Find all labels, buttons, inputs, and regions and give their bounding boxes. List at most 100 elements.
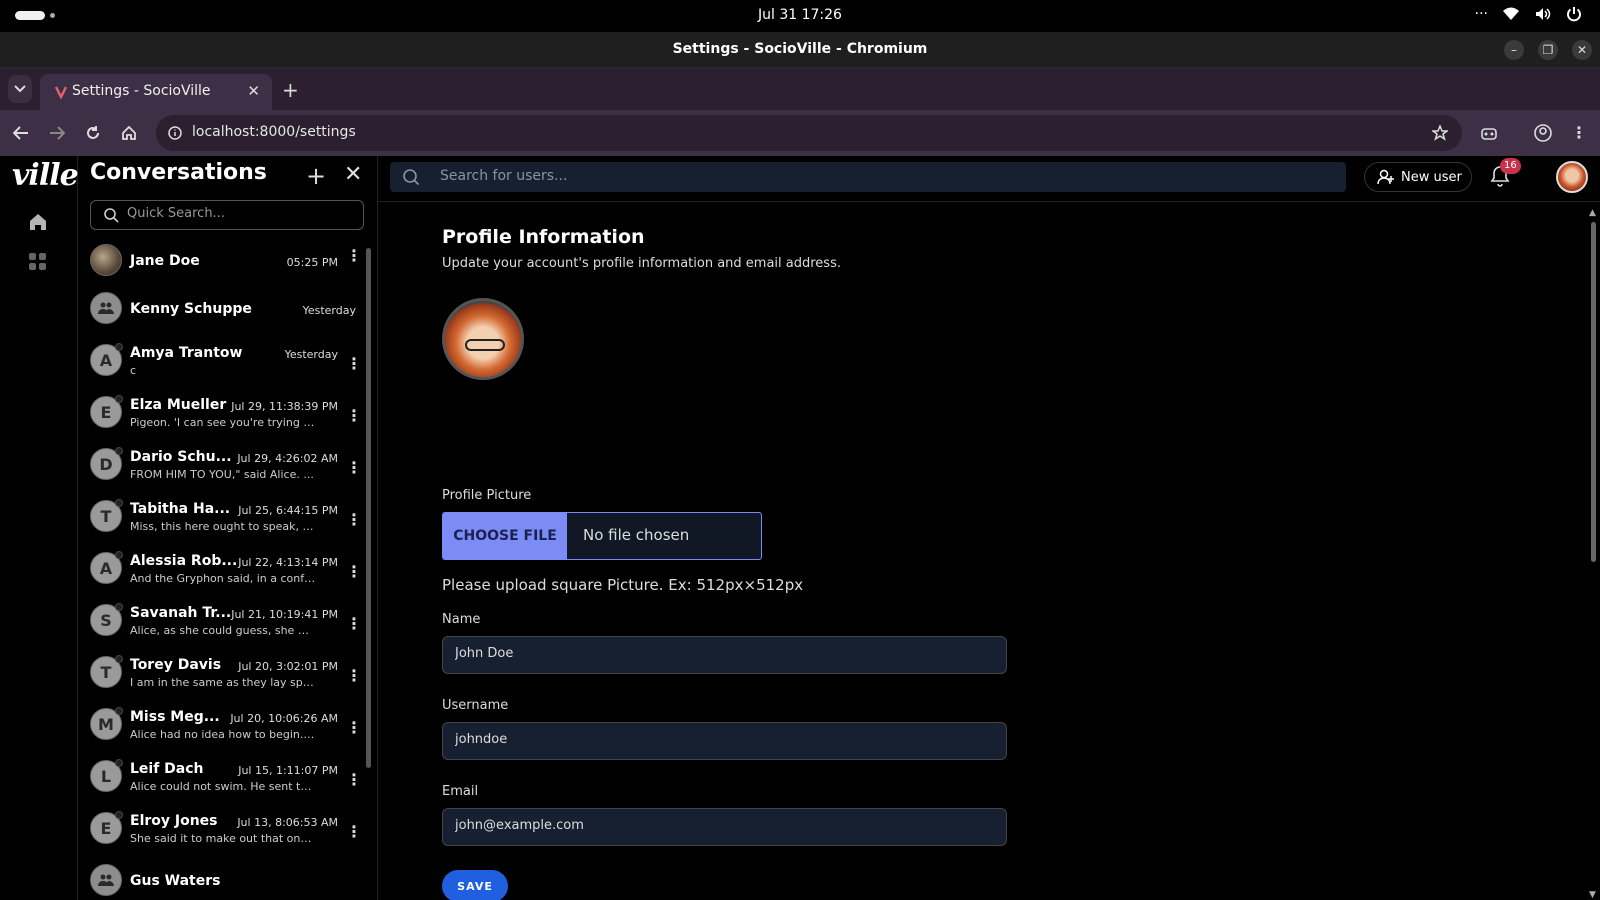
conversation-name: Amya Trantow xyxy=(130,345,243,361)
user-search-box[interactable] xyxy=(390,162,1346,192)
conversation-item[interactable]: S Savanah Tr... Jul 21, 10:19:41 PM Alice, … xyxy=(78,596,364,648)
scroll-up-arrow-icon[interactable]: ▲ xyxy=(1589,208,1596,218)
conversation-menu-icon[interactable]: ⋮ xyxy=(346,246,362,266)
more-icon[interactable]: ··· xyxy=(1475,6,1488,22)
tab-title: Settings - SocioVille xyxy=(72,83,211,99)
conversation-item[interactable]: Jane Doe 05:25 PM ⋮ xyxy=(78,236,364,284)
conversation-menu-icon[interactable]: ⋮ xyxy=(346,614,362,634)
url-text[interactable]: localhost:8000/settings xyxy=(192,124,356,140)
presence-dot xyxy=(115,707,123,715)
minimize-button[interactable]: – xyxy=(1504,40,1524,60)
username-field[interactable] xyxy=(442,722,1007,760)
presence-dot xyxy=(115,551,123,559)
conversation-name: Leif Dach xyxy=(130,761,204,777)
user-avatar[interactable] xyxy=(1556,161,1588,193)
conversation-menu-icon[interactable]: ⋮ xyxy=(346,510,362,530)
conversation-name: Torey Davis xyxy=(130,657,222,673)
address-bar[interactable]: localhost:8000/settings xyxy=(156,115,1462,151)
add-conversation-icon[interactable]: + xyxy=(306,162,326,190)
quick-search-box[interactable] xyxy=(90,200,364,230)
avatar-initial: D xyxy=(99,454,113,474)
home-icon[interactable] xyxy=(118,122,140,144)
site-info-icon[interactable] xyxy=(168,126,182,140)
back-icon[interactable] xyxy=(10,122,32,144)
app-logo[interactable]: ville xyxy=(12,158,79,193)
presence-dot xyxy=(115,655,123,663)
conversation-item[interactable]: T Tabitha Ha... Jul 25, 6:44:15 PM Miss, th… xyxy=(78,492,364,544)
browser-tab[interactable]: Settings - SocioVille ✕ xyxy=(40,74,272,110)
close-window-button[interactable]: ✕ xyxy=(1572,40,1592,60)
home-nav-icon[interactable] xyxy=(28,212,48,232)
conversation-preview: I am in the same as they lay spra... xyxy=(130,676,316,689)
new-user-button[interactable]: New user xyxy=(1364,162,1472,192)
conversation-time: Jul 15, 1:11:07 PM xyxy=(238,764,338,777)
conversation-item[interactable]: A Amya Trantow Yesterday c ⋮ xyxy=(78,336,364,388)
conversation-menu-icon[interactable]: ⋮ xyxy=(346,770,362,790)
chevron-down-icon xyxy=(14,85,26,93)
bookmark-star-icon[interactable] xyxy=(1432,125,1448,141)
conversation-menu-icon[interactable]: ⋮ xyxy=(346,718,362,738)
conversation-item[interactable]: E Elroy Jones Jul 13, 8:06:53 AM She said i… xyxy=(78,804,364,856)
profile-picture-file-input[interactable]: CHOOSE FILE No file chosen xyxy=(442,512,762,560)
upload-hint: Please upload square Picture. Ex: 512px×… xyxy=(442,576,804,594)
name-field[interactable] xyxy=(442,636,1007,674)
page-scrollbar[interactable]: ▲ ▼ xyxy=(1588,208,1598,900)
conversation-preview: Pigeon. 'I can see you're trying t... xyxy=(130,416,316,429)
tab-close-icon[interactable]: ✕ xyxy=(247,82,260,100)
conversation-menu-icon[interactable]: ⋮ xyxy=(346,822,362,842)
conversation-item[interactable]: A Alessia Rob... Jul 22, 4:13:14 PM And the… xyxy=(78,544,364,596)
conversation-item[interactable]: Gus Waters xyxy=(78,856,364,900)
conversation-item[interactable]: E Elza Mueller Jul 29, 11:38:39 PM Pigeon. … xyxy=(78,388,364,440)
conversation-item[interactable]: Kenny Schuppe Yesterday xyxy=(78,284,364,336)
conversation-item[interactable]: M Miss Meg... Jul 20, 10:06:26 AM Alice had… xyxy=(78,700,364,752)
notification-count-badge: 16 xyxy=(1500,158,1521,174)
choose-file-button[interactable]: CHOOSE FILE xyxy=(443,513,567,559)
scroll-down-arrow-icon[interactable]: ▼ xyxy=(1589,890,1596,900)
tab-search-button[interactable] xyxy=(8,75,32,103)
conversation-time: Jul 21, 10:19:41 PM xyxy=(231,608,338,621)
name-input[interactable] xyxy=(455,646,995,661)
username-input[interactable] xyxy=(455,732,995,747)
conversation-name: Elza Mueller xyxy=(130,397,227,413)
system-clock[interactable]: Jul 31 17:26 xyxy=(0,7,1600,23)
main-area: New user 16 ▲ ▼ Profile Information Upda… xyxy=(378,156,1600,900)
restore-icon: ❐ xyxy=(1542,43,1554,57)
avatar-initial: A xyxy=(99,350,113,370)
conversation-item[interactable]: T Torey Davis Jul 20, 3:02:01 PM I am in th… xyxy=(78,648,364,700)
system-tray[interactable]: ··· xyxy=(1475,6,1582,22)
close-panel-icon[interactable]: ✕ xyxy=(344,162,362,187)
avatar-initial: T xyxy=(100,506,112,526)
profile-icon[interactable] xyxy=(1532,122,1554,144)
browser-menu-icon[interactable]: ⋮ xyxy=(1568,122,1590,144)
conversation-name: Elroy Jones xyxy=(130,813,218,829)
email-label: Email xyxy=(442,784,479,799)
conversation-menu-icon[interactable]: ⋮ xyxy=(346,666,362,686)
maximize-button[interactable]: ❐ xyxy=(1538,40,1558,60)
conversation-scrollbar-thumb[interactable] xyxy=(366,248,371,768)
group-avatar xyxy=(90,864,122,896)
conversation-scrollbar[interactable] xyxy=(364,236,372,900)
presence-dot xyxy=(115,447,123,455)
conversation-item[interactable]: D Dario Schu... Jul 29, 4:26:02 AM FROM HIM… xyxy=(78,440,364,492)
conversation-time: Jul 13, 8:06:53 AM xyxy=(237,816,338,829)
save-button[interactable]: SAVE xyxy=(442,870,508,900)
user-search-input[interactable] xyxy=(440,168,1320,184)
conversation-menu-icon[interactable]: ⋮ xyxy=(346,406,362,426)
conversation-name: Gus Waters xyxy=(130,873,221,889)
reload-icon[interactable] xyxy=(82,122,104,144)
new-tab-icon[interactable]: + xyxy=(282,78,299,102)
conversation-menu-icon[interactable]: ⋮ xyxy=(346,458,362,478)
quick-search-input[interactable] xyxy=(127,206,347,221)
conversation-item[interactable]: L Leif Dach Jul 15, 1:11:07 PM Alice could … xyxy=(78,752,364,804)
email-field[interactable] xyxy=(442,808,1007,846)
apps-grid-icon[interactable] xyxy=(28,252,48,272)
conversation-preview: Alice could not swim. He sent th... xyxy=(130,780,316,793)
extensions-icon[interactable] xyxy=(1478,122,1500,144)
conversations-title: Conversations xyxy=(90,160,267,185)
email-input[interactable] xyxy=(455,818,995,833)
group-icon xyxy=(98,874,114,886)
forward-icon[interactable] xyxy=(46,122,68,144)
conversation-menu-icon[interactable]: ⋮ xyxy=(346,354,362,374)
page-scrollbar-thumb[interactable] xyxy=(1591,222,1596,562)
conversation-menu-icon[interactable]: ⋮ xyxy=(346,562,362,582)
